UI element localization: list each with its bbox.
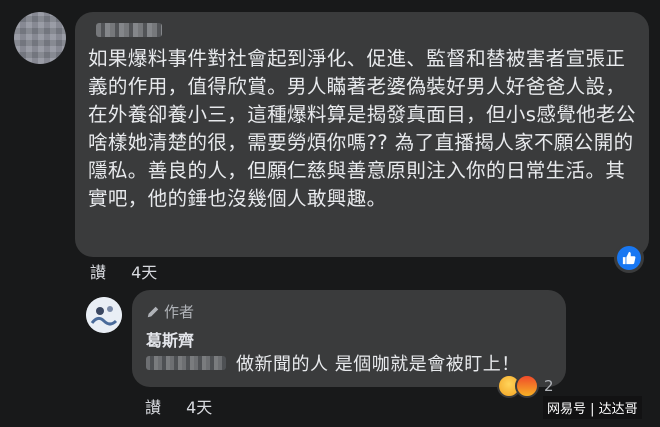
comment-text: 如果爆料事件對社會起到淨化、促進、監督和替被害者宣張正義的作用，值得欣賞。男人瞞… — [88, 47, 636, 210]
reply-reactions[interactable]: 2 — [497, 374, 554, 398]
comment-actions: 讃 4天 — [90, 259, 157, 283]
reply-like-button[interactable]: 讃 — [145, 394, 161, 418]
reply-text: 做新聞的人 是個咖就是會被盯上！ — [236, 354, 520, 375]
mention-blurred[interactable] — [146, 356, 226, 370]
reply-bubble: 作者 葛斯齊 做新聞的人 是個咖就是會被盯上！ — [132, 290, 566, 387]
comment-author-name[interactable] — [96, 23, 162, 37]
reply-author-avatar[interactable] — [86, 297, 122, 333]
reply-actions: 讃 4天 — [145, 394, 212, 418]
reply-author-name[interactable]: 葛斯齊 — [146, 327, 194, 351]
author-badge: 作者 — [146, 301, 194, 322]
comment-author-avatar[interactable] — [14, 12, 66, 64]
reaction-count: 2 — [544, 377, 554, 395]
reply-timestamp[interactable]: 4天 — [186, 394, 212, 418]
comment-bubble: 如果爆料事件對社會起到淨化、促進、監督和替被害者宣張正義的作用，值得欣賞。男人瞞… — [75, 12, 649, 257]
author-badge-label: 作者 — [164, 303, 195, 321]
pencil-icon — [147, 306, 159, 317]
like-button[interactable]: 讃 — [90, 259, 106, 283]
watermark: 网易号 | 达达哥 — [543, 396, 642, 419]
like-reaction-badge[interactable] — [614, 243, 644, 273]
angry-icon — [515, 374, 539, 398]
comment-timestamp[interactable]: 4天 — [131, 259, 157, 283]
like-icon — [617, 246, 641, 270]
